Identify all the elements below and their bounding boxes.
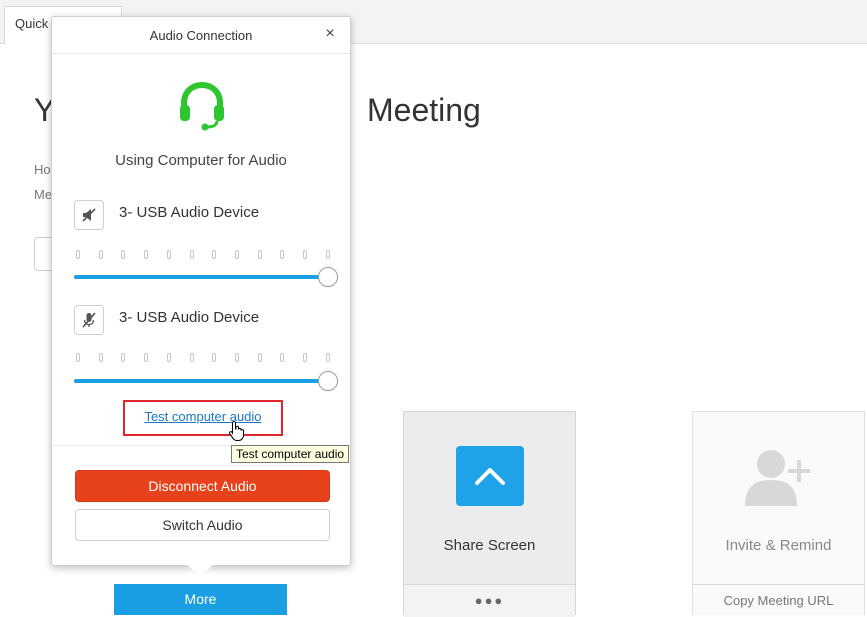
tab-label: Quick (15, 16, 49, 31)
speaker-muted-icon (82, 208, 96, 222)
popup-header: Audio Connection × (52, 17, 350, 54)
add-user-icon (745, 450, 810, 506)
microphone-mute-button[interactable] (74, 305, 104, 335)
invite-card[interactable]: Invite & Remind Copy Meeting URL (692, 411, 865, 615)
close-button[interactable]: × (320, 24, 340, 44)
page-info-line-1: Ho (34, 162, 51, 177)
share-screen-card[interactable]: Share Screen ●●● (403, 411, 576, 617)
speaker-volume-slider[interactable] (74, 275, 326, 279)
microphone-device-label: 3- USB Audio Device (119, 309, 260, 326)
speaker-level-ticks (76, 250, 330, 260)
more-button[interactable]: More (114, 584, 287, 615)
tooltip: Test computer audio (231, 445, 350, 463)
popup-title: Audio Connection (149, 28, 253, 43)
microphone-level-ticks (76, 353, 330, 363)
share-screen-button[interactable] (456, 446, 524, 506)
page-title-right: Meeting (367, 92, 481, 128)
hand-cursor-icon (229, 420, 244, 441)
speaker-device-label: 3- USB Audio Device (119, 204, 260, 221)
microphone-volume-thumb[interactable] (318, 371, 338, 391)
invite-label: Invite & Remind (725, 537, 832, 554)
share-screen-label: Share Screen (443, 537, 536, 554)
page-info-line-2: Me (34, 187, 53, 202)
audio-connection-popup: Audio Connection × Using Computer for Au… (51, 16, 351, 566)
test-audio-highlight: Test computer audio (123, 400, 283, 436)
switch-audio-button[interactable]: Switch Audio (75, 509, 330, 541)
share-options-button[interactable]: ●●● (404, 584, 575, 617)
copy-url-button[interactable]: Copy Meeting URL (693, 584, 864, 617)
disconnect-audio-button[interactable]: Disconnect Audio (75, 470, 330, 502)
speaker-volume-thumb[interactable] (318, 267, 338, 287)
popup-arrow (187, 565, 213, 576)
microphone-muted-icon (82, 312, 96, 328)
microphone-volume-slider[interactable] (74, 379, 326, 383)
speaker-mute-button[interactable] (74, 200, 104, 230)
chevron-up-icon (475, 468, 505, 485)
headset-icon (180, 81, 224, 131)
audio-status: Using Computer for Audio (115, 152, 287, 169)
